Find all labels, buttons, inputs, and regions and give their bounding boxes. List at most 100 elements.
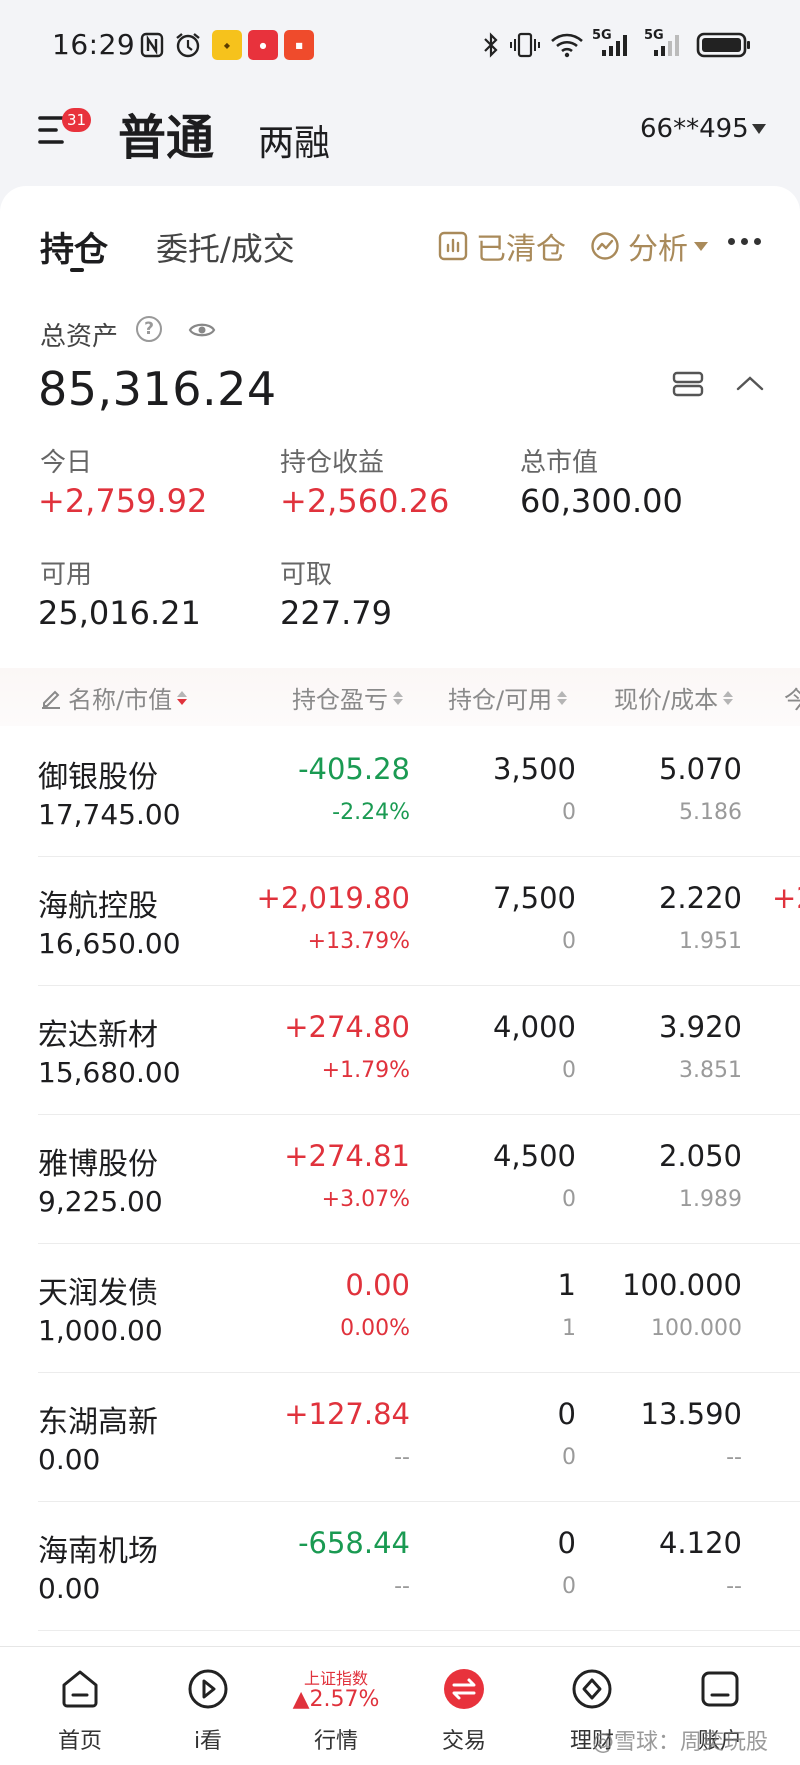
battery-icon [696,32,750,58]
market-value-label: 总市值 [520,448,599,478]
stock-name: 海航控股 [38,889,158,924]
notification-badge: 31 [62,108,92,132]
stock-pl: +274.81 [284,1139,410,1173]
trade-icon [444,1669,484,1709]
stock-price: 5.070 [658,752,742,786]
available-funds-value: 25,016.21 [38,594,201,632]
sort-icon [177,690,188,705]
stock-pl-percent: -- [394,1445,410,1470]
play-icon [188,1669,228,1709]
vibrate-icon [510,32,540,58]
wifi-icon [551,33,583,58]
stock-name: 东湖高新 [38,1405,158,1440]
account-selector[interactable]: 66**495 [640,114,749,144]
edit-icon [42,690,60,709]
header-price-cost[interactable]: 现价/成本 [614,680,734,715]
analysis-label: 分析 [628,232,688,267]
available-funds-label: 可用 [40,560,93,590]
home-icon [62,1670,98,1708]
watermark: @雪球：周奕玩股 [592,1730,769,1755]
stock-pl-percent: 0.00% [340,1316,410,1341]
active-tab-indicator [70,268,84,272]
stock-position: 1 [557,1268,576,1302]
header-name-market-value[interactable]: 名称/市值 [40,680,188,715]
stock-market-value: 1,000.00 [38,1314,163,1347]
sort-icon [723,690,734,705]
stock-name: 雅博股份 [38,1147,158,1182]
withdrawable-label: 可取 [280,560,333,590]
stock-available: 0 [562,1445,576,1470]
signal-icon [602,35,627,56]
stock-price: 2.050 [658,1139,742,1173]
stock-position: 0 [557,1397,576,1431]
stock-market-value: 16,650.00 [38,927,181,960]
list-view-icon[interactable] [672,370,704,398]
tab-orders-trades[interactable]: 委托/成交 [156,224,295,270]
today-pl-value: +2,759.92 [38,482,208,520]
table-row[interactable]: 天润发债 1,000.00 0.00 0.00% 1 1 100.000 100.000 [0,1244,800,1373]
tab-normal-account[interactable]: 普通 [118,98,214,168]
more-options-icon[interactable] [728,238,761,245]
table-row[interactable]: 宏达新材 15,680.00 +274.80 +1.79% 4,000 0 3.920 3.8… [0,986,800,1115]
stock-pl-percent: +1.79% [321,1058,410,1083]
stock-pl: 0.00 [345,1268,410,1302]
nav-home[interactable]: 首页 [15,1647,145,1765]
header-position-label: 持仓/可用 [448,686,553,714]
stock-pl: -658.44 [298,1526,410,1560]
stock-cost: 3.851 [679,1058,742,1083]
stock-pl: +127.84 [284,1397,410,1431]
nav-trade[interactable]: 交易 [399,1647,529,1765]
nav-watch[interactable]: i看 [143,1647,273,1765]
stock-market-value: 9,225.00 [38,1185,163,1218]
stock-name: 宏达新材 [38,1018,158,1053]
stock-position: 4,500 [492,1139,576,1173]
analysis-button[interactable]: 分析 [590,224,708,268]
cleared-positions-button[interactable]: 已清仓 [438,224,566,268]
stock-position: 4,000 [492,1010,576,1044]
stock-position: 7,500 [492,881,576,915]
stock-name: 御银股份 [38,760,158,795]
stock-cost: -- [726,1445,742,1470]
eye-icon[interactable] [188,320,216,340]
nav-market-label: 行情 [313,1729,358,1754]
holding-pl-value: +2,560.26 [280,482,450,520]
cleared-label: 已清仓 [476,232,566,267]
stock-available: 0 [562,800,576,825]
header-position[interactable]: 持仓/可用 [448,680,568,715]
table-row[interactable]: 海航控股 16,650.00 +2,019.80 +13.79% 7,500 0 2.220… [0,857,800,986]
table-row[interactable]: 海南机场 0.00 -658.44 -- 0 0 4.120 -- [0,1502,800,1631]
tab-holdings[interactable]: 持仓 [40,222,108,271]
chevron-up-icon[interactable] [736,374,764,392]
table-row[interactable]: 御银股份 17,745.00 -405.28 -2.24% 3,500 0 5.070 5.1… [0,728,800,857]
index-name: 上证指数 [303,1669,368,1688]
wallet-icon [701,1671,739,1707]
stock-pl-percent: +3.07% [321,1187,410,1212]
nav-market[interactable]: 上证指数 ▲2.57% 行情 [271,1647,401,1765]
stock-cost: 1.989 [679,1187,742,1212]
stock-position: 0 [557,1526,576,1560]
stock-cost: -- [726,1574,742,1599]
sort-icon [557,690,568,705]
stock-pl-percent: -2.24% [332,800,410,825]
sort-icon [393,690,403,705]
header-today-partial: 今 [784,686,800,714]
header-pl[interactable]: 持仓盈亏 [292,680,403,715]
row-divider [38,1630,800,1631]
table-row[interactable]: 雅博股份 9,225.00 +274.81 +3.07% 4,500 0 2.050 1.98… [0,1115,800,1244]
account-dropdown-caret-icon[interactable] [752,124,766,134]
bar-chart-icon [438,231,468,261]
nav-trade-label: 交易 [441,1729,486,1754]
stock-name: 海南机场 [38,1534,158,1569]
jd-app-icon: ■ [284,30,314,60]
bluetooth-icon [484,32,498,58]
stock-position: 3,500 [492,752,576,786]
table-row[interactable]: 东湖高新 0.00 +127.84 -- 0 0 13.590 -- [0,1373,800,1502]
stock-available: 0 [562,929,576,954]
analysis-caret-icon [694,241,708,251]
tab-margin-account[interactable]: 两融 [258,114,330,166]
stock-name: 天润发债 [38,1276,158,1311]
stock-cost: 5.186 [679,800,742,825]
today-pl-label: 今日 [40,448,93,478]
signal-icon-2 [654,35,679,56]
help-icon[interactable]: ? [136,316,162,342]
